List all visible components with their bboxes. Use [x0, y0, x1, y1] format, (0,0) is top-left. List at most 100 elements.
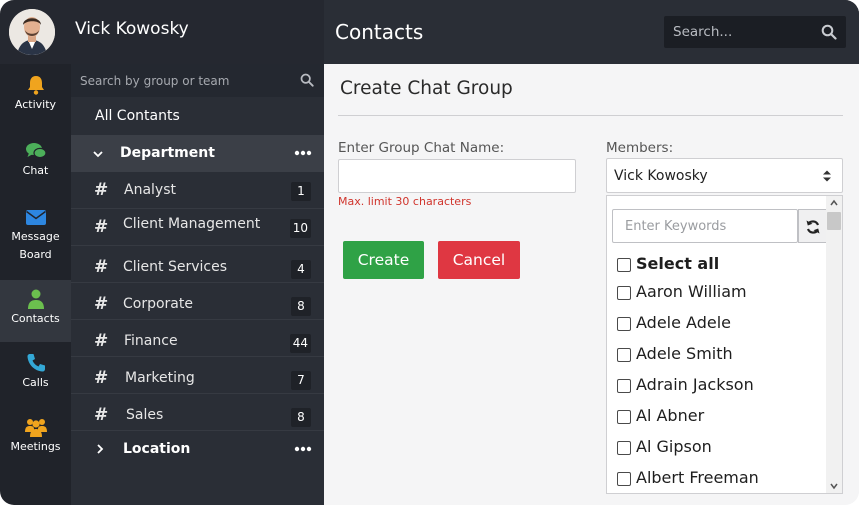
nav-meetings[interactable]: Meetings	[0, 416, 71, 478]
team-row[interactable]: # Client Services 4	[71, 246, 324, 283]
chevron-right-icon	[97, 444, 104, 454]
members-dropdown: Select all Aaron William Adele Adele Ade…	[606, 195, 843, 494]
bell-icon	[27, 76, 44, 95]
hash-icon: #	[94, 257, 109, 277]
scroll-up-icon[interactable]	[829, 198, 839, 208]
option-label: Adrain Jackson	[636, 375, 754, 394]
checkbox[interactable]	[617, 317, 631, 331]
nav-label: Calls	[22, 376, 49, 389]
search-icon[interactable]	[821, 24, 837, 40]
team-name: Client Management	[123, 216, 261, 232]
option-label: Aaron William	[636, 282, 747, 301]
team-count-badge: 10	[289, 219, 311, 238]
char-limit-hint: Max. limit 30 characters	[338, 195, 472, 208]
group-search-input[interactable]	[71, 64, 324, 97]
create-button[interactable]: Create	[343, 241, 424, 279]
refresh-icon	[806, 220, 820, 234]
groups-panel: All Contants Department # Analyst 1 # Cl…	[71, 64, 324, 505]
members-select[interactable]: Vick Kowosky	[606, 158, 843, 193]
option-label: Adele Adele	[636, 313, 731, 332]
department-group-header[interactable]: Department	[71, 135, 324, 172]
team-count-badge: 8	[291, 297, 311, 316]
more-options-icon[interactable]	[294, 148, 312, 158]
nav-label: Activity	[14, 98, 57, 111]
team-row[interactable]: # Client Management 10	[71, 209, 324, 246]
option-label: Al Gipson	[636, 437, 712, 456]
team-count-badge: 8	[291, 408, 311, 427]
members-selected-value: Vick Kowosky	[614, 168, 708, 184]
group-search	[71, 64, 324, 97]
nav-activity[interactable]: Activity	[0, 74, 71, 136]
option-label: Adele Smith	[636, 344, 733, 363]
page-title: Contacts	[335, 20, 424, 44]
checkbox[interactable]	[617, 472, 631, 486]
hash-icon: #	[94, 180, 109, 200]
group-icon	[24, 419, 47, 437]
hash-icon: #	[94, 405, 109, 425]
checkbox[interactable]	[617, 441, 631, 455]
team-name: Client Services	[123, 259, 228, 275]
refresh-button[interactable]	[798, 209, 827, 243]
global-search-input[interactable]	[664, 16, 846, 48]
nav-contacts[interactable]: Contacts	[0, 280, 71, 342]
avatar[interactable]	[9, 9, 55, 55]
scroll-down-icon[interactable]	[829, 481, 839, 491]
team-row[interactable]: # Corporate 8	[71, 283, 324, 320]
hash-icon: #	[94, 368, 109, 388]
location-title: Location	[123, 441, 191, 457]
team-name: Marketing	[125, 370, 195, 386]
header: Contacts	[324, 0, 859, 64]
all-contacts-item[interactable]: All Contants	[95, 108, 180, 124]
group-name-input[interactable]	[338, 159, 576, 193]
nav-calls[interactable]: Calls	[0, 352, 71, 414]
more-options-icon[interactable]	[294, 444, 312, 454]
checkbox[interactable]	[617, 410, 631, 424]
option-label: Al Abner	[636, 406, 705, 425]
divider	[338, 115, 843, 116]
scrollbar-thumb[interactable]	[827, 212, 841, 230]
team-row[interactable]: # Analyst 1	[71, 172, 324, 209]
main-content: Create Chat Group Enter Group Chat Name:…	[324, 64, 859, 505]
app-window: Vick Kowosky Contacts Activity Cha	[0, 0, 859, 505]
nav-label: Contacts	[11, 312, 60, 325]
dropdown-scrollbar[interactable]	[826, 196, 842, 493]
team-name: Finance	[124, 333, 178, 349]
team-row[interactable]: # Marketing 7	[71, 357, 324, 394]
checkbox[interactable]	[617, 379, 631, 393]
nav-chat[interactable]: Chat	[0, 140, 71, 202]
team-count-badge: 44	[289, 334, 311, 353]
chevron-down-icon	[93, 151, 103, 158]
option-label: Select all	[636, 254, 720, 273]
envelope-icon	[25, 210, 46, 225]
checkbox[interactable]	[617, 348, 631, 362]
user-name: Vick Kowosky	[75, 19, 189, 39]
nav-label-line2: Board	[19, 248, 52, 261]
team-count-badge: 7	[291, 371, 311, 390]
nav-message-board[interactable]: Message Board	[0, 206, 71, 268]
search-icon[interactable]	[300, 73, 314, 87]
keyword-search-input[interactable]	[612, 209, 798, 243]
location-group-header[interactable]: Location	[71, 431, 324, 468]
checkbox[interactable]	[617, 258, 631, 272]
team-count-badge: 1	[291, 182, 311, 201]
phone-icon	[27, 354, 45, 372]
team-row[interactable]: # Sales 8	[71, 394, 324, 431]
team-row[interactable]: # Finance 44	[71, 320, 324, 357]
team-count-badge: 4	[291, 260, 311, 279]
chat-icon	[25, 143, 47, 159]
person-icon	[27, 289, 44, 309]
nav-rail: Activity Chat Message Board Contacts Cal…	[0, 64, 71, 505]
team-name: Analyst	[124, 182, 176, 198]
option-label: Albert Freeman	[636, 468, 759, 487]
cancel-button[interactable]: Cancel	[438, 241, 520, 279]
group-name-label: Enter Group Chat Name:	[338, 140, 505, 156]
nav-label: Message	[11, 230, 60, 243]
members-label: Members:	[606, 140, 674, 156]
hash-icon: #	[94, 331, 109, 351]
select-arrows-icon	[823, 170, 831, 182]
nav-label: Meetings	[10, 440, 61, 453]
nav-label: Chat	[22, 164, 49, 177]
top-bar: Vick Kowosky Contacts	[0, 0, 859, 64]
form-title: Create Chat Group	[340, 78, 513, 99]
checkbox[interactable]	[617, 286, 631, 300]
